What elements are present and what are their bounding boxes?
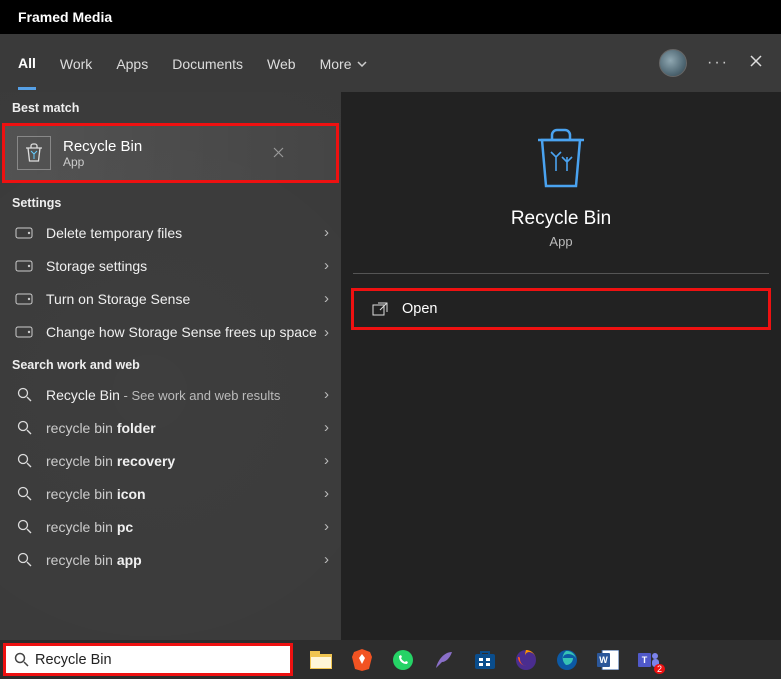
whatsapp-icon[interactable] — [391, 648, 415, 672]
tab-apps[interactable]: Apps — [116, 38, 148, 88]
teams-icon[interactable]: T 2 — [637, 648, 661, 672]
recycle-bin-icon — [17, 136, 51, 170]
chevron-right-icon: › — [324, 419, 329, 436]
search-icon — [12, 519, 36, 534]
chevron-right-icon: › — [324, 324, 329, 341]
search-icon — [12, 486, 36, 501]
preview-title: Recycle Bin — [341, 208, 781, 230]
storage-icon — [12, 227, 36, 239]
storage-icon — [12, 293, 36, 305]
close-button[interactable] — [749, 54, 763, 73]
best-match-header: Best match — [0, 92, 341, 121]
search-input[interactable] — [35, 652, 282, 668]
open-label: Open — [402, 301, 437, 317]
close-icon — [749, 54, 763, 68]
setting-delete-temp-files[interactable]: Delete temporary files › — [0, 216, 341, 249]
setting-storage-settings[interactable]: Storage settings › — [0, 249, 341, 282]
settings-header: Settings — [0, 187, 341, 216]
chevron-right-icon: › — [324, 551, 329, 568]
search-icon — [12, 420, 36, 435]
avatar[interactable] — [659, 49, 687, 77]
close-icon — [273, 147, 284, 158]
best-match-title: Recycle Bin — [63, 138, 142, 155]
web-suggestion[interactable]: recycle bin folder› — [0, 411, 341, 444]
word-icon[interactable]: W — [596, 648, 620, 672]
taskbar-search[interactable] — [3, 643, 293, 676]
search-icon — [12, 453, 36, 468]
recycle-bin-large-icon — [341, 128, 781, 190]
search-icon — [12, 387, 36, 402]
tab-all[interactable]: All — [18, 37, 36, 90]
svg-text:W: W — [599, 655, 608, 665]
preview-panel: Recycle Bin App Open — [341, 92, 781, 640]
svg-text:T: T — [642, 655, 648, 665]
file-explorer-icon[interactable] — [309, 648, 333, 672]
setting-storage-sense-config[interactable]: Change how Storage Sense frees up space … — [0, 315, 341, 349]
more-options-button[interactable]: ··· — [707, 54, 729, 72]
web-suggestion[interactable]: recycle bin pc› — [0, 510, 341, 543]
chevron-right-icon: › — [324, 452, 329, 469]
chevron-down-icon — [357, 61, 367, 67]
tab-work[interactable]: Work — [60, 38, 92, 88]
open-icon — [372, 302, 388, 316]
best-match-result[interactable]: Recycle Bin App — [2, 123, 339, 183]
tab-documents[interactable]: Documents — [172, 38, 243, 88]
divider — [353, 273, 769, 274]
chevron-right-icon: › — [324, 224, 329, 241]
tab-web[interactable]: Web — [267, 38, 296, 88]
chevron-right-icon: › — [324, 290, 329, 307]
taskbar: W T 2 — [0, 640, 781, 679]
dismiss-result-button[interactable] — [273, 145, 284, 161]
search-icon — [14, 652, 29, 667]
web-suggestion[interactable]: recycle bin app› — [0, 543, 341, 576]
firefox-icon[interactable] — [514, 648, 538, 672]
setting-storage-sense[interactable]: Turn on Storage Sense › — [0, 282, 341, 315]
notification-badge: 2 — [654, 664, 665, 674]
open-action[interactable]: Open — [351, 288, 771, 330]
store-icon[interactable] — [473, 648, 497, 672]
chevron-right-icon: › — [324, 485, 329, 502]
search-icon — [12, 552, 36, 567]
feather-icon[interactable] — [432, 648, 456, 672]
chevron-right-icon: › — [324, 518, 329, 535]
window-title: Framed Media — [18, 9, 112, 25]
web-suggestion-primary[interactable]: Recycle Bin - See work and web results › — [0, 378, 341, 411]
results-panel: Best match Recycle Bin App Settings Dele… — [0, 92, 341, 640]
window-titlebar: Framed Media — [0, 0, 781, 34]
best-match-subtitle: App — [63, 155, 142, 169]
tab-more[interactable]: More — [320, 38, 367, 88]
chevron-right-icon: › — [324, 257, 329, 274]
edge-icon[interactable] — [555, 648, 579, 672]
brave-browser-icon[interactable] — [350, 648, 374, 672]
storage-icon — [12, 260, 36, 272]
web-suggestion[interactable]: recycle bin icon› — [0, 477, 341, 510]
chevron-right-icon: › — [324, 386, 329, 403]
preview-subtitle: App — [341, 234, 781, 249]
storage-icon — [12, 326, 36, 338]
search-filters-bar: All Work Apps Documents Web More ··· — [0, 34, 781, 92]
search-web-header: Search work and web — [0, 349, 341, 378]
web-suggestion[interactable]: recycle bin recovery› — [0, 444, 341, 477]
